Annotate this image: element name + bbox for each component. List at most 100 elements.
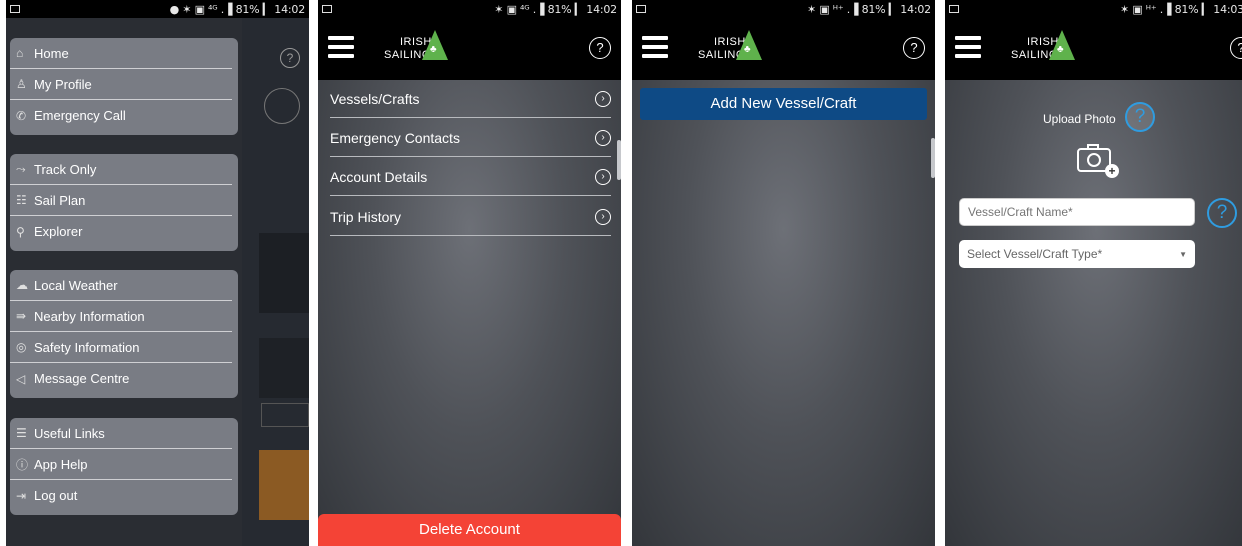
upload-photo-help-button[interactable]: ?: [1125, 102, 1155, 132]
drawer-item-useful-links[interactable]: ☰ Useful Links: [10, 418, 232, 449]
image-notification-icon: [949, 5, 959, 13]
menu-row-label: Vessels/Crafts: [330, 90, 420, 107]
drawer-item-track-only[interactable]: ⤳ Track Only: [10, 154, 232, 185]
drawer-item-label: Nearby Information: [34, 308, 145, 324]
sail-plan-icon: ☷: [16, 193, 27, 207]
drawer-item-log-out[interactable]: ⇥ Log out: [10, 480, 232, 511]
help-icon: ?: [280, 48, 300, 68]
status-indicators: ● ✶ ▣ ⁴ᴳ .▐ 81% ▎ 14:02: [169, 2, 306, 16]
drawer-item-sail-plan[interactable]: ☷ Sail Plan: [10, 185, 232, 216]
screen-navigation-drawer: ● ✶ ▣ ⁴ᴳ .▐ 81% ▎ 14:02 ? ⌂ Home ♙ My Prof…: [6, 0, 309, 546]
drawer-item-explorer[interactable]: ⚲ Explorer: [10, 216, 232, 247]
links-icon: ☰: [16, 426, 27, 440]
screen-new-vessel-form: ✶ ▣ ᴴ⁺ .▐ 81% ▎ 14:03 IRISH SAILING ♣ ? …: [945, 0, 1242, 546]
background-block: [259, 450, 309, 520]
menu-row-vessels-crafts[interactable]: Vessels/Crafts ›: [330, 80, 611, 118]
image-notification-icon: [10, 5, 20, 13]
drawer-group-information: ☁ Local Weather ⇛ Nearby Information ◎ Safe…: [10, 270, 238, 398]
menu-row-account-details[interactable]: Account Details ›: [330, 158, 611, 196]
drawer-item-label: Log out: [34, 488, 78, 503]
app-header: IRISH SAILING ♣ ?: [632, 18, 935, 80]
drawer-item-label: Message Centre: [34, 371, 130, 386]
scroll-indicator: [617, 140, 621, 180]
menu-row-label: Trip History: [330, 208, 402, 225]
status-bar: ● ✶ ▣ ⁴ᴳ .▐ 81% ▎ 14:02: [6, 0, 309, 18]
image-notification-icon: [322, 5, 332, 13]
status-indicators: ✶ ▣ ᴴ⁺ .▐ 81% ▎ 14:03: [1120, 2, 1242, 16]
camera-add-photo-icon[interactable]: +: [1077, 144, 1119, 178]
drawer-item-emergency-call[interactable]: ✆ Emergency Call: [10, 100, 232, 131]
image-notification-icon: [636, 5, 646, 13]
vessel-name-input[interactable]: [959, 198, 1195, 226]
background-block: [259, 338, 309, 398]
logout-icon: ⇥: [16, 488, 27, 503]
background-block: [259, 233, 309, 313]
drawer-item-home[interactable]: ⌂ Home: [10, 38, 232, 69]
status-bar: ✶ ▣ ᴴ⁺ .▐ 81% ▎ 14:02: [632, 0, 935, 18]
help-button[interactable]: ?: [903, 37, 925, 59]
chevron-right-icon: ›: [595, 129, 611, 146]
app-header: IRISH SAILING ♣ ?: [945, 18, 1242, 80]
chevron-right-icon: ›: [595, 168, 611, 185]
menu-row-emergency-contacts[interactable]: Emergency Contacts ›: [330, 119, 611, 157]
drawer-item-message-centre[interactable]: ◁ Message Centre: [10, 363, 232, 394]
delete-account-button[interactable]: Delete Account: [318, 514, 621, 546]
status-indicators: ✶ ▣ ⁴ᴳ .▐ 81% ▎ 14:02: [494, 2, 617, 16]
vessel-type-select[interactable]: Select Vessel/Craft Type* ▼: [959, 240, 1195, 268]
drawer-item-label: Local Weather: [34, 277, 118, 293]
drawer-item-my-profile[interactable]: ♙ My Profile: [10, 69, 232, 100]
drawer-item-nearby-information[interactable]: ⇛ Nearby Information: [10, 301, 232, 332]
upload-photo-label: Upload Photo: [1043, 112, 1116, 126]
nearby-icon: ⇛: [16, 309, 27, 323]
scroll-indicator: [931, 138, 935, 178]
drawer-item-label: Home: [34, 45, 69, 61]
explorer-icon: ⚲: [16, 224, 25, 239]
menu-row-label: Emergency Contacts: [330, 129, 460, 146]
drawer-item-label: Explorer: [34, 224, 83, 239]
vessel-name-help-button[interactable]: ?: [1207, 198, 1237, 228]
background-block: [261, 403, 309, 427]
screen-account-menu: ✶ ▣ ⁴ᴳ .▐ 81% ▎ 14:02 IRISH SAILING ♣ ? …: [318, 0, 621, 546]
vessel-type-select-label: Select Vessel/Craft Type*: [967, 247, 1103, 261]
track-icon: ⤳: [16, 161, 26, 176]
status-bar: ✶ ▣ ᴴ⁺ .▐ 81% ▎ 14:03: [945, 0, 1242, 18]
menu-row-trip-history[interactable]: Trip History ›: [330, 198, 611, 236]
drawer-group-help: ☰ Useful Links ⓘ App Help ⇥ Log out: [10, 418, 238, 515]
dimmed-background: ?: [242, 18, 309, 546]
drawer-item-app-help[interactable]: ⓘ App Help: [10, 449, 232, 480]
drawer-item-label: Useful Links: [34, 425, 105, 441]
status-bar: ✶ ▣ ⁴ᴳ .▐ 81% ▎ 14:02: [318, 0, 621, 18]
menu-row-label: Account Details: [330, 168, 428, 185]
drawer-item-label: Emergency Call: [34, 108, 126, 123]
dropdown-caret-icon: ▼: [1179, 249, 1187, 259]
chevron-right-icon: ›: [595, 90, 611, 107]
app-header: IRISH SAILING ♣ ?: [318, 18, 621, 80]
add-new-vessel-button[interactable]: Add New Vessel/Craft: [640, 88, 927, 120]
drawer-item-label: Sail Plan: [34, 192, 86, 208]
irish-sailing-logo: IRISH SAILING ♣: [370, 28, 480, 72]
drawer-item-safety-information[interactable]: ◎ Safety Information: [10, 332, 232, 363]
camera-lens-icon: [1087, 153, 1101, 167]
status-indicators: ✶ ▣ ᴴ⁺ .▐ 81% ▎ 14:02: [807, 2, 931, 16]
drawer-item-label: Track Only: [34, 161, 97, 177]
help-button[interactable]: ?: [1230, 37, 1242, 59]
drawer-item-label: My Profile: [34, 76, 92, 92]
hamburger-menu-icon[interactable]: [642, 36, 668, 58]
shamrock-icon: ♣: [744, 44, 751, 55]
drawer-item-local-weather[interactable]: ☁ Local Weather: [10, 270, 232, 301]
megaphone-icon: ◁: [16, 371, 26, 386]
camera-icon-part: [1087, 144, 1099, 148]
drawer-item-label: Safety Information: [34, 339, 140, 355]
help-button[interactable]: ?: [589, 37, 611, 59]
drawer-group-account: ⌂ Home ♙ My Profile ✆ Emergency Call: [10, 38, 238, 135]
navigation-drawer: ⌂ Home ♙ My Profile ✆ Emergency Call ⤳ Track…: [6, 18, 242, 546]
screen-vessels-list: ✶ ▣ ᴴ⁺ .▐ 81% ▎ 14:02 IRISH SAILING ♣ ? …: [632, 0, 935, 546]
hamburger-menu-icon[interactable]: [955, 36, 981, 58]
home-icon: ⌂: [16, 46, 24, 60]
hamburger-menu-icon[interactable]: [328, 36, 354, 58]
drawer-item-label: App Help: [34, 456, 88, 472]
share-icon: [264, 88, 300, 124]
shamrock-icon: ♣: [430, 44, 437, 55]
drawer-group-tracking: ⤳ Track Only ☷ Sail Plan ⚲ Explorer: [10, 154, 238, 251]
info-icon: ⓘ: [16, 457, 29, 472]
